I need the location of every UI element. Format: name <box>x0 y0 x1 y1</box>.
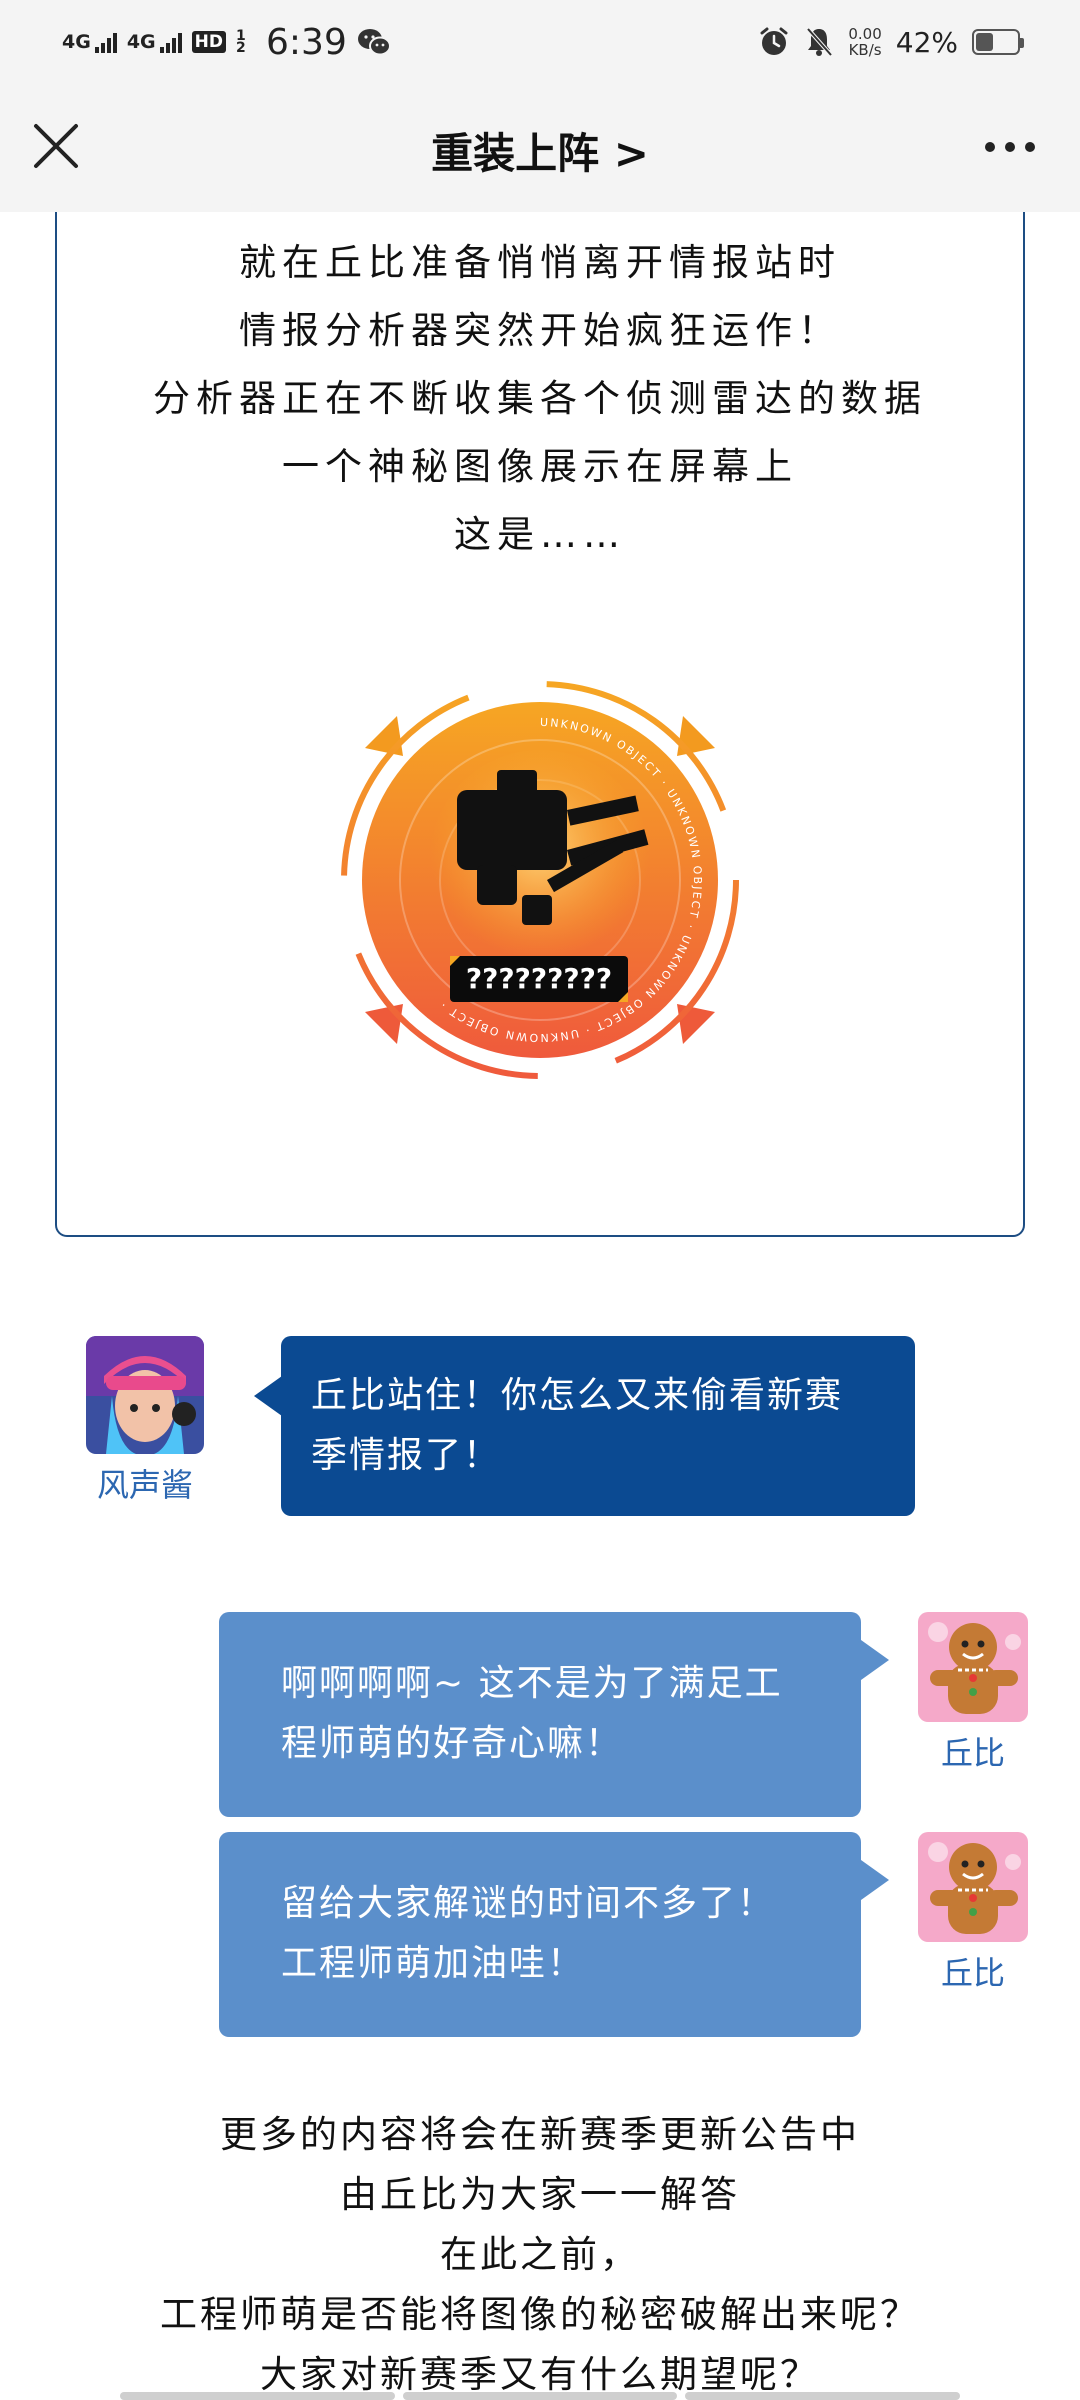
speaker-name: 丘比 <box>940 1954 1005 1992</box>
clock: 6:39 <box>266 21 347 63</box>
outro-line: 工程师萌是否能将图像的秘密破解出来呢？ <box>160 2293 920 2336</box>
chat-bubble: 留给大家解谜的时间不多了！ 工程师萌加油哇！ <box>219 1832 861 2037</box>
intro-line: 这是…… <box>454 513 626 556</box>
intro-line: 情报分析器突然开始疯狂运作！ <box>239 309 841 352</box>
page-title[interactable]: 重装上阵 > <box>0 120 1080 181</box>
corner-arrow <box>677 1004 715 1044</box>
status-left: 4G 4G HD 1 2 6:39 <box>62 18 391 66</box>
chat-line: 程师萌的好奇心嘛！ <box>281 1723 624 1764</box>
more-icon[interactable] <box>980 132 1040 162</box>
intro-line: 一个神秘图像展示在屏幕上 <box>282 445 798 488</box>
battery-percent: 42% <box>895 25 958 59</box>
bubble-tail <box>861 1640 889 1680</box>
avatar-fengshengjiang-icon <box>86 1336 204 1454</box>
avatar-gingerbread-icon <box>918 1832 1028 1942</box>
bubble-tail <box>861 1860 889 1900</box>
corner-arrow <box>365 716 403 756</box>
battery-fill <box>976 33 993 51</box>
chat-line: 啊啊啊啊~ 这不是为了满足工 <box>281 1663 783 1704</box>
chat-bubble: 丘比站住！你怎么又来偷看新赛 季情报了！ <box>281 1336 915 1516</box>
avatar[interactable] <box>86 1336 204 1454</box>
bubble-tail <box>254 1376 282 1416</box>
outro-line: 更多的内容将会在新赛季更新公告中 <box>220 2113 860 2156</box>
scroll-indicator <box>120 2392 961 2400</box>
battery-icon <box>972 29 1024 55</box>
mystery-label: ????????? <box>466 962 612 995</box>
intro-line: 就在丘比准备悄悄离开情报站时 <box>239 241 841 284</box>
chat-line: 丘比站住！你怎么又来偷看新赛 <box>311 1375 844 1416</box>
signal-icon-sim1: 4G <box>62 31 117 53</box>
wechat-icon <box>357 29 391 56</box>
avatar[interactable] <box>918 1832 1028 1942</box>
hd-voice-sub: 1 2 <box>236 28 246 56</box>
hd-voice-icon: HD <box>191 31 226 53</box>
avatar-gingerbread-icon <box>918 1612 1028 1722</box>
status-right: 0.00 KB/s 42% <box>758 18 1024 66</box>
chat-line: 季情报了！ <box>311 1435 502 1476</box>
speed-value: 0.00 <box>848 25 882 43</box>
network-type-label: 4G <box>126 31 156 53</box>
chat-bubble: 啊啊啊啊~ 这不是为了满足工 程师萌的好奇心嘛！ <box>219 1612 861 1817</box>
mystery-emblem: UNKNOWN OBJECT · UNKNOWN OBJECT · UNKNOW… <box>341 681 739 1079</box>
outro-line: 由丘比为大家一一解答 <box>340 2173 740 2216</box>
outro-line: 大家对新赛季又有什么期望呢？ <box>260 2353 820 2396</box>
alarm-icon <box>760 27 788 55</box>
corner-arrow <box>677 716 715 756</box>
corner-arrow <box>365 1004 403 1044</box>
network-type-label: 4G <box>62 31 91 53</box>
speed-unit: KB/s <box>848 41 882 59</box>
nav-bar: 重装上阵 > <box>0 84 1080 212</box>
mute-bell-icon <box>806 27 833 57</box>
signal-icon-sim2: 4G <box>127 31 182 53</box>
outro-line: 在此之前， <box>440 2233 640 2276</box>
speaker-name: 风声酱 <box>96 1466 193 1504</box>
network-speed: 0.00 KB/s <box>848 26 881 58</box>
intro-line: 分析器正在不断收集各个侦测雷达的数据 <box>153 377 927 420</box>
chat-line: 工程师萌加油哇！ <box>281 1943 586 1984</box>
speaker-name: 丘比 <box>940 1734 1005 1772</box>
avatar[interactable] <box>918 1612 1028 1722</box>
chat-line: 留给大家解谜的时间不多了！ <box>281 1883 776 1924</box>
status-bar: 4G 4G HD 1 2 6:39 0.00 KB/s 42% <box>0 0 1080 84</box>
